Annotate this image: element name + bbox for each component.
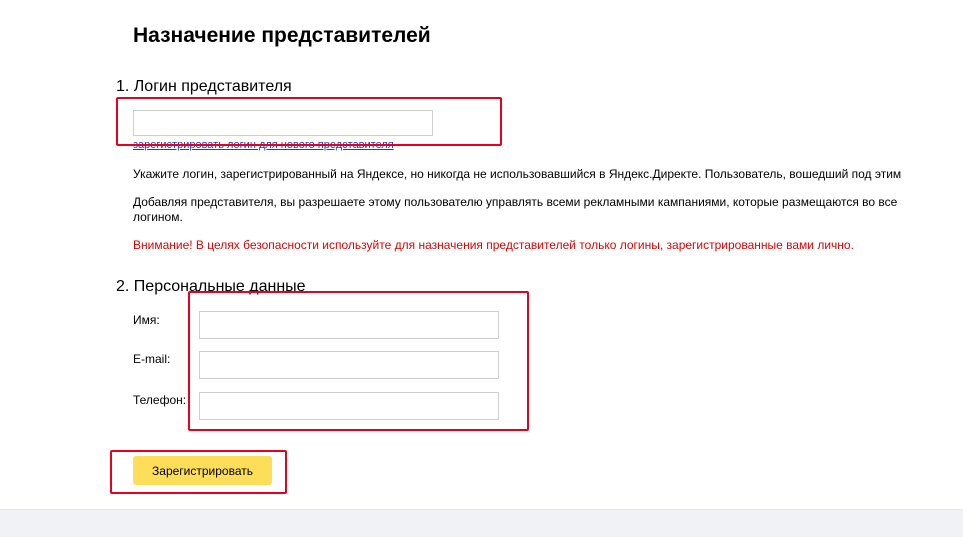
- name-input[interactable]: [199, 311, 499, 339]
- register-button[interactable]: Зарегистрировать: [133, 456, 272, 485]
- permission-info-text: Добавляя представителя, вы разрешаете эт…: [133, 195, 898, 209]
- email-input[interactable]: [199, 351, 499, 379]
- phone-input[interactable]: [199, 392, 499, 420]
- phone-label: Телефон:: [133, 393, 187, 407]
- name-label: Имя:: [133, 313, 160, 327]
- login-input[interactable]: [133, 110, 433, 136]
- footer-strip: [0, 509, 963, 537]
- register-new-login-link[interactable]: зарегистрировать логин для нового предст…: [133, 139, 394, 151]
- security-warning: Внимание! В целях безопасности используй…: [133, 238, 854, 252]
- personal-section-heading: 2. Персональные данные: [116, 278, 306, 295]
- email-label: E-mail:: [133, 352, 171, 366]
- permission-info-text-cont: логином.: [133, 210, 183, 224]
- login-info-text: Укажите логин, зарегистрированный на Янд…: [133, 167, 902, 181]
- login-section-heading: 1. Логин представителя: [116, 78, 292, 95]
- page-title: Назначение представителей: [133, 24, 431, 47]
